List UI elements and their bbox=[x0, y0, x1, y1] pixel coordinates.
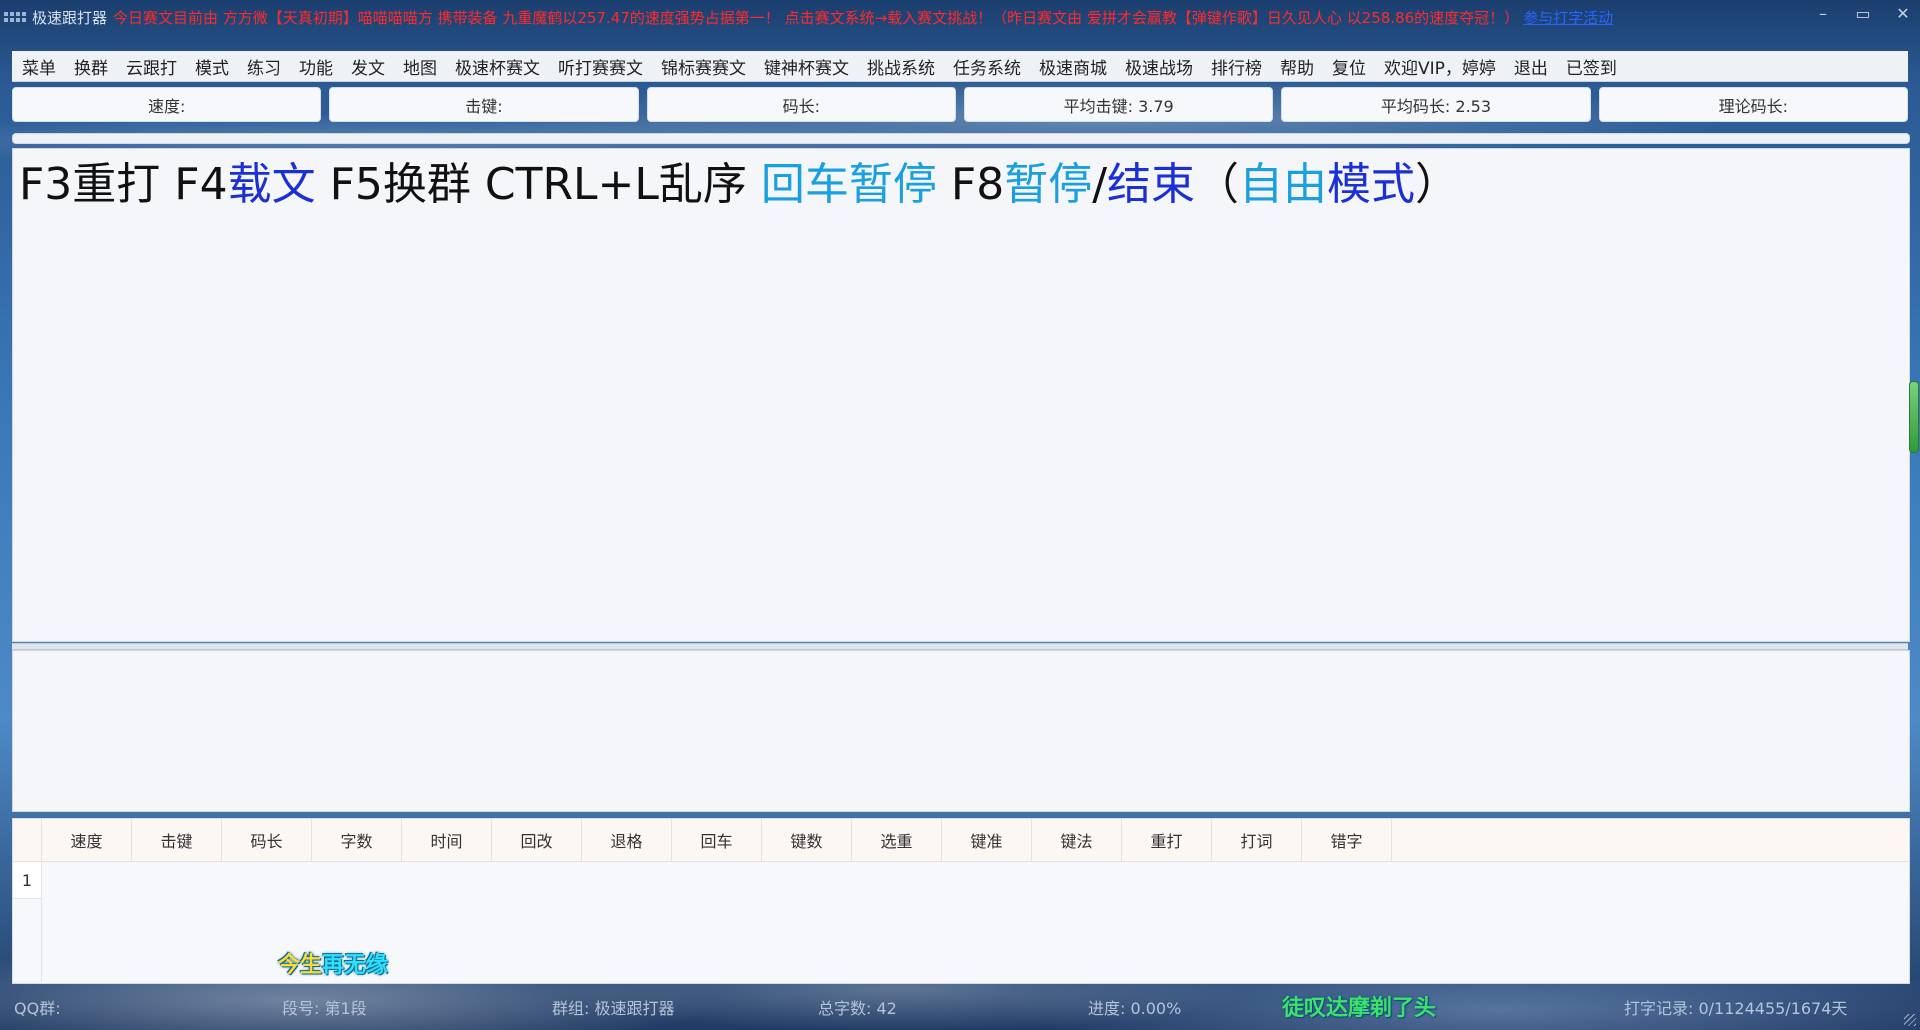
lyric-left-part-b: 再无缘 bbox=[322, 953, 389, 978]
menu-item-menu[interactable]: 菜单 bbox=[12, 54, 64, 79]
menu-bar: 菜单 换群 云跟打 模式 练习 功能 发文 地图 极速杯赛文 听打赛赛文 锦标赛… bbox=[12, 51, 1908, 82]
menu-item-practice[interactable]: 练习 bbox=[237, 54, 289, 79]
menu-item-shop[interactable]: 极速商城 bbox=[1029, 54, 1115, 79]
stat-keystroke: 击键: bbox=[329, 87, 639, 122]
col-enter[interactable]: 回车 bbox=[672, 819, 762, 861]
menu-item-switch-group[interactable]: 换群 bbox=[64, 54, 116, 79]
col-typos[interactable]: 错字 bbox=[1302, 819, 1392, 861]
col-code-length[interactable]: 码长 bbox=[222, 819, 312, 861]
status-segment: 段号: 第1段 bbox=[282, 999, 367, 1018]
col-words[interactable]: 打词 bbox=[1212, 819, 1302, 861]
col-selection[interactable]: 选重 bbox=[852, 819, 942, 861]
menu-item-tasks[interactable]: 任务系统 bbox=[943, 54, 1029, 79]
row-number: 1 bbox=[13, 862, 42, 899]
hint-pause: 暂停 bbox=[1004, 159, 1093, 210]
stat-avg-code-length: 平均码长: 2.53 bbox=[1281, 87, 1591, 122]
text-display-panel[interactable]: F3重打 F4载文 F5换群 CTRL+L乱序 回车暂停 F8暂停/结束（自由模… bbox=[12, 148, 1919, 642]
stats-row: 速度: 击键: 码长: 平均击键: 3.79 平均码长: 2.53 理论码长: bbox=[12, 87, 1908, 122]
menu-item-send-text[interactable]: 发文 bbox=[341, 54, 393, 79]
menu-item-championship[interactable]: 锦标赛赛文 bbox=[651, 54, 754, 79]
resize-grip-icon[interactable] bbox=[1904, 1014, 1916, 1026]
typing-input[interactable] bbox=[13, 651, 1913, 815]
col-key-accuracy[interactable]: 键准 bbox=[942, 819, 1032, 861]
app-grid-icon[interactable] bbox=[4, 8, 26, 26]
col-time[interactable]: 时间 bbox=[402, 819, 492, 861]
col-keystroke[interactable]: 击键 bbox=[132, 819, 222, 861]
menu-item-leaderboard[interactable]: 排行榜 bbox=[1201, 54, 1270, 79]
stat-code-length: 码长: bbox=[646, 87, 956, 122]
announcement-marquee: 今日赛文目前由 方方微【天真初期】喵喵喵喵方 携带装备 九重魔鹤以257.47的… bbox=[113, 8, 1520, 27]
stat-theory-code-length: 理论码长: bbox=[1598, 87, 1908, 122]
hint-end: 结束 bbox=[1107, 159, 1196, 210]
menu-item-mode[interactable]: 模式 bbox=[185, 54, 237, 79]
hint-part: ） bbox=[1415, 159, 1460, 210]
col-key-count[interactable]: 键数 bbox=[762, 819, 852, 861]
menu-item-speed-cup[interactable]: 极速杯赛文 bbox=[445, 54, 548, 79]
hint-mode: 模式 bbox=[1327, 159, 1416, 210]
lyric-right: 徒叹达摩剃了头 bbox=[1282, 996, 1437, 1021]
hotkey-hint-text: F3重打 F4载文 F5换群 CTRL+L乱序 回车暂停 F8暂停/结束（自由模… bbox=[19, 157, 1459, 213]
lyric-left-part-a: 今生 bbox=[278, 953, 323, 978]
menu-item-reset[interactable]: 复位 bbox=[1322, 54, 1374, 79]
menu-item-cloud-typing[interactable]: 云跟打 bbox=[116, 54, 185, 79]
col-speed[interactable]: 速度 bbox=[42, 819, 132, 861]
menu-item-functions[interactable]: 功能 bbox=[289, 54, 341, 79]
menu-item-map[interactable]: 地图 bbox=[393, 54, 445, 79]
hint-part: F5换群 CTRL+L乱序 bbox=[315, 159, 761, 210]
lyric-left: 今生再无缘 bbox=[278, 947, 388, 979]
col-char-count[interactable]: 字数 bbox=[312, 819, 402, 861]
status-group: 群组: 极速跟打器 bbox=[552, 999, 675, 1018]
menu-item-welcome-vip[interactable]: 欢迎VIP，婷婷 bbox=[1374, 54, 1504, 79]
col-backspace[interactable]: 退格 bbox=[582, 819, 672, 861]
close-button[interactable]: ✕ bbox=[1892, 4, 1914, 23]
col-retype[interactable]: 重打 bbox=[1122, 819, 1212, 861]
window-controls: – ▭ ✕ bbox=[1812, 4, 1914, 23]
status-qq-group: QQ群: bbox=[14, 999, 61, 1018]
stat-speed: 速度: bbox=[12, 87, 322, 122]
splitter[interactable] bbox=[12, 643, 1908, 650]
status-bar: QQ群: 段号: 第1段 群组: 极速跟打器 总字数: 42 进度: 0.00%… bbox=[0, 984, 1920, 1030]
menu-item-challenge[interactable]: 挑战系统 bbox=[857, 54, 943, 79]
hint-part: F8 bbox=[936, 159, 1005, 210]
status-total-chars: 总字数: 42 bbox=[818, 999, 897, 1018]
col-corrections[interactable]: 回改 bbox=[492, 819, 582, 861]
menu-item-checked-in[interactable]: 已签到 bbox=[1556, 54, 1625, 79]
app-title: 极速跟打器 bbox=[32, 8, 108, 27]
typing-input-panel bbox=[12, 650, 1913, 815]
hint-part: （ bbox=[1195, 159, 1240, 210]
hint-load-text: 载文 bbox=[227, 159, 316, 210]
stat-avg-keystroke: 平均击键: 3.79 bbox=[963, 87, 1274, 122]
row-header-column bbox=[13, 898, 42, 982]
restore-button[interactable]: ▭ bbox=[1852, 4, 1874, 23]
title-bar: 极速跟打器 今日赛文目前由 方方微【天真初期】喵喵喵喵方 携带装备 九重魔鹤以2… bbox=[0, 0, 1920, 34]
status-progress: 进度: 0.00% bbox=[1088, 999, 1182, 1018]
results-header: 速度 击键 码长 字数 时间 回改 退格 回车 键数 选重 键准 键法 重打 打… bbox=[13, 819, 1909, 862]
scrollbar-thumb[interactable] bbox=[1909, 381, 1919, 453]
hint-part: F3重打 F4 bbox=[19, 159, 228, 210]
menu-item-help[interactable]: 帮助 bbox=[1270, 54, 1322, 79]
hint-enter-pause: 回车暂停 bbox=[760, 159, 937, 210]
minimize-button[interactable]: – bbox=[1812, 4, 1834, 23]
menu-item-exit[interactable]: 退出 bbox=[1504, 54, 1556, 79]
table-corner bbox=[13, 819, 42, 861]
progress-strip bbox=[12, 133, 1910, 144]
menu-item-battlefield[interactable]: 极速战场 bbox=[1115, 54, 1201, 79]
activity-link[interactable]: 参与打字活动 bbox=[1523, 7, 1613, 28]
hint-part: / bbox=[1092, 159, 1108, 210]
hint-free: 自由 bbox=[1239, 159, 1328, 210]
col-key-method[interactable]: 键法 bbox=[1032, 819, 1122, 861]
status-typing-record: 打字记录: 0/1124455/1674天 bbox=[1624, 999, 1848, 1018]
menu-item-key-god-cup[interactable]: 键神杯赛文 bbox=[754, 54, 857, 79]
menu-item-listening-match[interactable]: 听打赛赛文 bbox=[548, 54, 651, 79]
